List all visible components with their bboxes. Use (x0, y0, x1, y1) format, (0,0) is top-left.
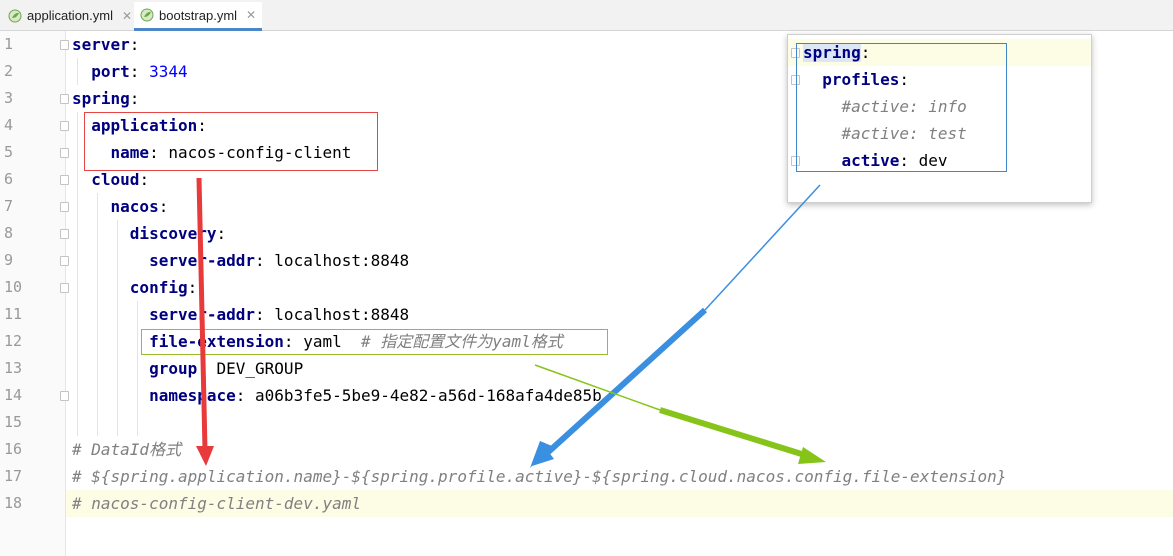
blue-arrow-shaft (542, 307, 708, 458)
red-arrow-shaft (196, 177, 208, 451)
annotation-arrows (196, 177, 826, 468)
blue-arrow-thin (704, 184, 821, 311)
green-arrowhead (798, 447, 826, 464)
green-arrow-shaft (659, 407, 809, 459)
red-arrowhead (196, 446, 214, 466)
